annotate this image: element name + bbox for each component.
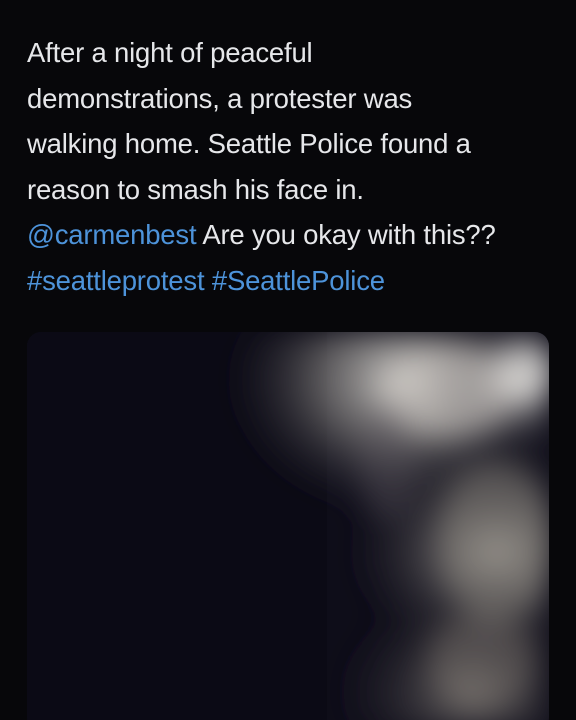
tweet-text-fragment: Are you okay with this?? [196,219,496,250]
tweet-text-line: reason to smash his face in. [27,173,364,205]
tweet-media[interactable] [27,332,549,720]
tweet-text-line: After a night of peaceful [27,37,313,68]
media-image [27,332,549,720]
tweet: After a night of peaceful demonstrations… [0,0,576,720]
mention-link[interactable]: @carmenbest [27,219,197,250]
tweet-text-line-mention: @carmenbest Are you okay with this?? [27,212,557,258]
tweet-hashtag-line: #seattleprotest #SeattlePolice [27,258,557,304]
hashtag-link[interactable]: #seattleprotest [27,265,205,296]
tweet-text: After a night of peaceful demonstrations… [27,30,557,303]
tweet-text-line: demonstrations, a protester was [27,82,413,114]
tweet-text-line: walking home. Seattle Police found a [27,128,471,159]
hashtag-link[interactable]: #SeattlePolice [212,265,385,296]
